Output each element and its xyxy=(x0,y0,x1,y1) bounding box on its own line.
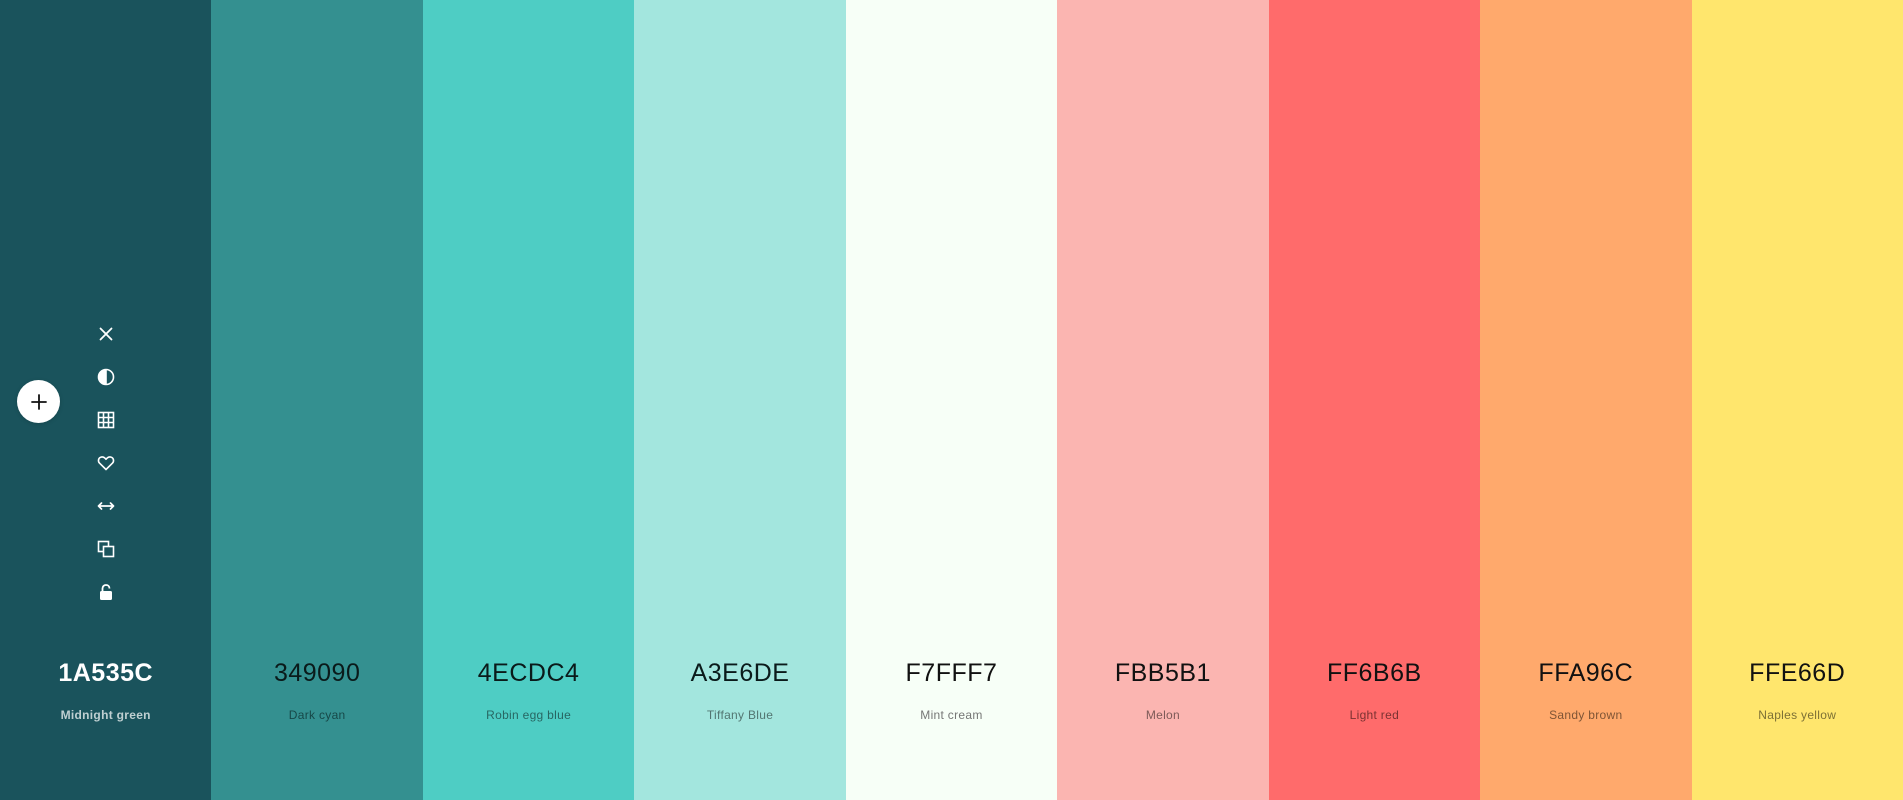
grid-icon xyxy=(97,411,115,429)
close-icon xyxy=(99,327,113,341)
color-name: Melon xyxy=(1145,708,1180,722)
color-name: Robin egg blue xyxy=(486,708,572,722)
drag-horizontal-icon xyxy=(97,502,115,510)
color-name: Sandy brown xyxy=(1549,708,1623,722)
swatch-tiffany-blue[interactable]: A3E6DE Tiffany Blue xyxy=(634,0,846,800)
swatch-naples-yellow[interactable]: FFE66D Naples yellow xyxy=(1691,0,1903,800)
swatch-dark-cyan[interactable]: 349090 Dark cyan xyxy=(211,0,423,800)
color-name: Light red xyxy=(1349,708,1400,722)
color-hex-code[interactable]: F7FFF7 xyxy=(846,658,1057,688)
copy-icon xyxy=(97,540,115,558)
color-hex-code[interactable]: A3E6DE xyxy=(634,658,845,688)
remove-color-button[interactable] xyxy=(90,318,122,350)
swatch-toolbar xyxy=(0,318,211,619)
save-color-button[interactable] xyxy=(90,447,122,479)
plus-icon xyxy=(30,393,47,410)
color-hex-code[interactable]: FFA96C xyxy=(1480,658,1691,688)
color-hex-code[interactable]: FF6B6B xyxy=(1269,658,1480,688)
color-name: Naples yellow xyxy=(1758,708,1837,722)
drag-handle[interactable] xyxy=(90,490,122,522)
swatch-mint-cream[interactable]: F7FFF7 Mint cream xyxy=(845,0,1058,800)
unlock-icon xyxy=(99,584,112,600)
color-hex-code[interactable]: 349090 xyxy=(211,658,422,688)
color-hex-code[interactable]: FFE66D xyxy=(1692,658,1903,688)
color-name: Tiffany Blue xyxy=(706,708,774,722)
color-hex-code[interactable]: 1A535C xyxy=(0,658,211,688)
color-name: Dark cyan xyxy=(288,708,346,722)
palette: 1A535C Midnight green 349090 Dark cyan 4… xyxy=(0,0,1903,800)
heart-icon xyxy=(97,456,115,471)
color-name: Mint cream xyxy=(920,708,983,722)
swatch-melon[interactable]: FBB5B1 Melon xyxy=(1057,0,1269,800)
copy-hex-button[interactable] xyxy=(90,533,122,565)
swatch-robin-egg-blue[interactable]: 4ECDC4 Robin egg blue xyxy=(422,0,635,800)
view-shades-grid-button[interactable] xyxy=(90,404,122,436)
swatch-light-red[interactable]: FF6B6B Light red xyxy=(1268,0,1481,800)
color-hex-code[interactable]: 4ECDC4 xyxy=(423,658,634,688)
add-color-button[interactable] xyxy=(17,380,60,423)
shades-button[interactable] xyxy=(90,361,122,393)
contrast-icon xyxy=(97,368,115,386)
color-hex-code[interactable]: FBB5B1 xyxy=(1057,658,1268,688)
color-name: Midnight green xyxy=(60,708,151,722)
lock-color-button[interactable] xyxy=(90,576,122,608)
swatch-sandy-brown[interactable]: FFA96C Sandy brown xyxy=(1480,0,1692,800)
